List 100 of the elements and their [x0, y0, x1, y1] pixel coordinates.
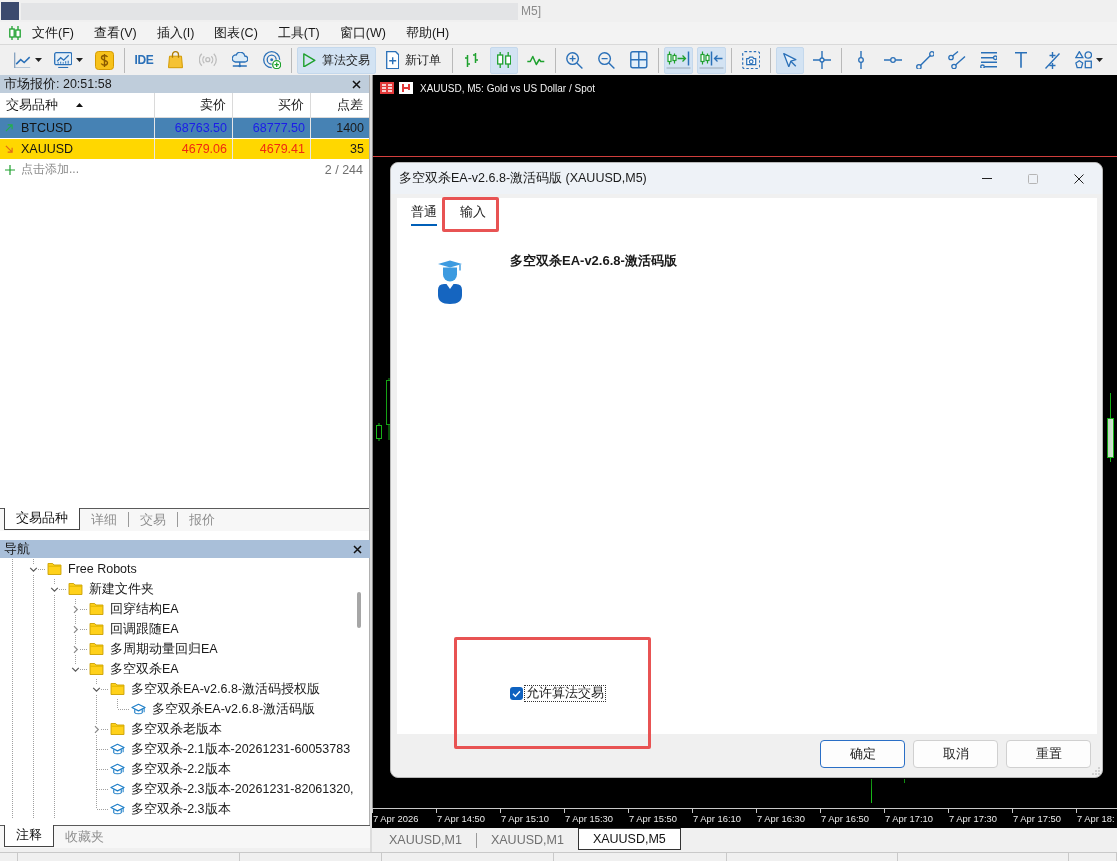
tree-item[interactable]: 多空双杀-2.3版本-20261231-82061320,	[110, 779, 356, 799]
window-title: M5]	[521, 4, 541, 18]
close-icon[interactable]	[352, 79, 361, 89]
candlestick-button[interactable]	[489, 46, 518, 74]
tree-item[interactable]: 多空双杀老版本	[110, 719, 224, 739]
zoom-in-icon	[566, 51, 584, 69]
cursor-icon	[783, 53, 797, 67]
tree-item[interactable]: 多空双杀-2.2版本	[110, 759, 233, 779]
vertical-line-icon	[857, 51, 864, 69]
tree-item[interactable]: 多空双杀-2.3版本	[110, 799, 233, 819]
tree-item[interactable]: 多空双杀EA-v2.6.8-激活码版	[131, 699, 318, 719]
symbol-count: 2 / 244	[324, 162, 363, 177]
menu-item[interactable]: 帮助(H)	[395, 23, 460, 43]
folder-icon	[89, 663, 104, 675]
chevron-down-icon[interactable]	[92, 684, 101, 694]
candle	[376, 422, 382, 442]
trend-line-icon	[915, 50, 935, 70]
candlestick-icon[interactable]	[9, 25, 21, 41]
symbol-cell: XAUUSD	[21, 142, 74, 156]
scroll-to-end-button[interactable]	[663, 46, 693, 74]
tree-item[interactable]: Free Robots	[47, 559, 139, 579]
quote-row[interactable]: XAUUSD 4679.06 4679.41 35	[0, 139, 369, 160]
horizontal-line-icon	[883, 57, 902, 63]
tab[interactable]: 注释	[4, 825, 54, 847]
new-order-button[interactable]: 新订单	[379, 46, 447, 74]
dialog-button[interactable]: 取消	[913, 740, 998, 768]
add-symbol-link[interactable]: 点击添加...	[21, 161, 79, 178]
chevron-down-icon[interactable]	[71, 664, 80, 674]
chart-tab[interactable]: XAUUSD,M1	[375, 830, 476, 850]
chevron-right-icon[interactable]	[71, 644, 80, 654]
radio-waves-icon	[199, 53, 217, 67]
panel-title: 市场报价: 20:51:58	[4, 75, 112, 93]
chart-title: XAUUSD, M5: Gold vs US Dollar / Spot	[420, 82, 596, 94]
resize-grip-icon[interactable]	[1092, 767, 1100, 775]
plus-icon[interactable]	[5, 164, 15, 175]
time-label: 7 Apr 17:50	[1013, 813, 1061, 824]
scrollbar-thumb[interactable]	[357, 592, 361, 628]
close-icon	[1074, 173, 1084, 184]
tree-item[interactable]: 回调跟随EA	[89, 619, 181, 639]
chart-tab[interactable]: XAUUSD,M5	[577, 828, 681, 850]
menu-item[interactable]: 窗口(W)	[329, 23, 396, 43]
time-label: 7 Apr 15:30	[565, 813, 613, 824]
tree-item[interactable]: 回穿结构EA	[89, 599, 181, 619]
chevron-down-icon[interactable]	[29, 564, 38, 574]
chart-shift-icon	[698, 51, 724, 69]
bid-cell: 4679.06	[155, 139, 233, 159]
tree-item[interactable]: 多空双杀EA	[89, 659, 181, 679]
chart-tab[interactable]: XAUUSD,M1	[476, 830, 578, 850]
tab[interactable]: 普通	[411, 204, 437, 226]
cursor-button[interactable]	[775, 46, 804, 74]
symbol-cell: BTCUSD	[21, 121, 73, 135]
expert-name: 多空双杀EA-v2.6.8-激活码版	[510, 252, 677, 270]
candlestick-icon	[496, 52, 512, 68]
dialog-button[interactable]: 确定	[820, 740, 905, 768]
shapes-icon	[1074, 51, 1093, 69]
tree-item[interactable]: 新建文件夹	[68, 579, 156, 599]
document-plus-icon	[385, 50, 399, 70]
checkbox[interactable]	[510, 687, 523, 700]
caret-icon	[76, 58, 83, 62]
bars-box-icon[interactable]	[399, 82, 413, 94]
grid-icon	[630, 51, 648, 69]
tab[interactable]: 交易品种	[4, 508, 80, 530]
graduation-cap-icon	[110, 743, 125, 755]
chevron-right-icon[interactable]	[71, 624, 80, 634]
graduate-icon	[437, 260, 463, 304]
chart-shift-button[interactable]	[696, 46, 726, 74]
tree-item[interactable]: 多周期动量回归EA	[89, 639, 220, 659]
monitor-chart-icon	[53, 51, 72, 69]
tab[interactable]: 输入	[460, 204, 486, 226]
panel-title: 导航	[4, 540, 30, 558]
tree-item[interactable]: 多空双杀-2.1版本-20261231-60053783	[110, 739, 353, 759]
parallel-lines-icon	[948, 50, 966, 70]
dollar-icon	[95, 50, 115, 70]
dialog-button[interactable]: 重置	[1006, 740, 1091, 768]
spread-cell-text: 1400	[335, 120, 365, 137]
column-header[interactable]: 买价	[233, 93, 311, 118]
time-label: 7 Apr 18:	[1077, 813, 1115, 824]
menu-item[interactable]: 插入(I)	[146, 23, 205, 43]
ide-button[interactable]: IDE	[130, 46, 158, 74]
time-label: 7 Apr 14:50	[437, 813, 485, 824]
level-lines-icon	[980, 51, 998, 69]
chevron-right-icon[interactable]	[71, 604, 80, 614]
close-icon[interactable]	[353, 544, 362, 554]
chevron-down-icon[interactable]	[50, 584, 59, 594]
menu-item[interactable]: 工具(T)	[267, 23, 330, 43]
menu-item[interactable]: 查看(V)	[83, 23, 147, 43]
tree-item[interactable]: 多空双杀EA-v2.6.8-激活码授权版	[110, 679, 323, 699]
algo-trading-button[interactable]: 算法交易	[297, 46, 376, 74]
menu-item[interactable]: 图表(C)	[204, 23, 268, 43]
checkbox-label[interactable]: 允许算法交易	[524, 685, 606, 702]
quote-row[interactable]: BTCUSD 68763.50 68777.50 1400	[0, 118, 369, 139]
column-header[interactable]: 卖价	[155, 93, 233, 118]
column-header[interactable]: 交易品种	[0, 93, 155, 118]
grid-box-icon[interactable]	[380, 82, 394, 94]
folder-icon	[68, 583, 83, 595]
text-tool-icon	[1014, 52, 1027, 68]
menu-item[interactable]: 文件(F)	[22, 23, 84, 43]
line-chart-icon	[14, 51, 31, 69]
chevron-right-icon[interactable]	[92, 724, 101, 734]
sort-ascending-icon	[76, 103, 83, 107]
